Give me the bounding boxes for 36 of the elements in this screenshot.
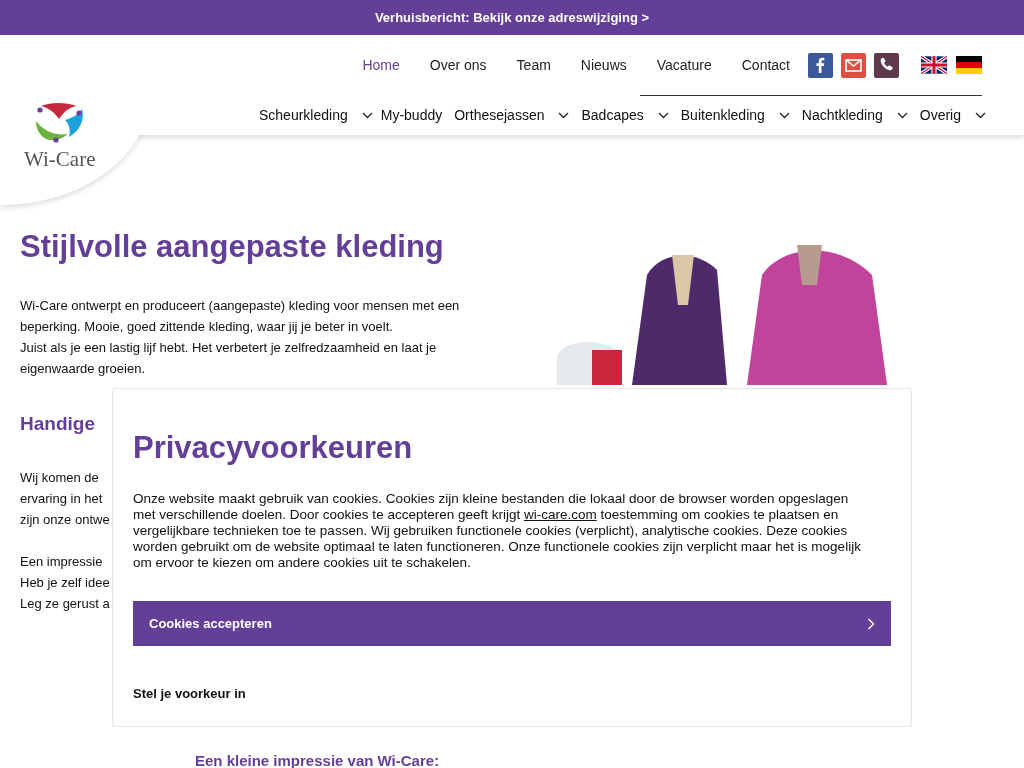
facebook-icon[interactable]: [808, 52, 833, 78]
menu-item[interactable]: Orthesejassen: [454, 107, 570, 123]
phone-icon[interactable]: [874, 52, 899, 78]
body-text: Een impressie: [20, 553, 103, 571]
website-link[interactable]: wi-care.com: [523, 507, 597, 522]
body-text: zijn onze ontwe: [20, 511, 110, 529]
logo-text: Wi-Care: [24, 147, 96, 172]
nav-link[interactable]: Over ons: [429, 57, 487, 73]
uk-flag-icon[interactable]: [921, 56, 947, 74]
announcement-link[interactable]: Verhuisbericht: Bekijk onze adreswijziging >: [374, 10, 650, 25]
menu-item[interactable]: Overig: [919, 107, 986, 123]
chevron-right-icon: [867, 617, 875, 630]
dialog-title: Privacyvoorkeuren: [133, 429, 414, 467]
body-text: Heb je zelf idee: [20, 574, 110, 592]
page-title: Stijlvolle aangepaste kleding: [20, 229, 445, 265]
menu-item[interactable]: Badcapes: [581, 107, 669, 123]
nav-link[interactable]: Nieuws: [580, 57, 627, 73]
mail-icon[interactable]: [841, 52, 866, 78]
preferences-link[interactable]: Stel je voorkeur in: [133, 671, 891, 716]
menu-item[interactable]: Scheurkleding: [259, 107, 373, 123]
intro-text: Juist als je een lastig lijf hebt. Het verbetert je zelfredzaamheid en laat je eigenwaarde groeien.: [20, 339, 438, 378]
accept-cookies-button[interactable]: Cookies accepteren: [133, 601, 891, 646]
nav-link[interactable]: Contact: [741, 57, 790, 73]
nav-link[interactable]: Home: [362, 57, 400, 73]
menu-item[interactable]: Buitenkleding: [680, 107, 790, 123]
cookie-notice-text: Onze website maakt gebruik van cookies. Cookies zijn kleine bestanden die lokaal door de browser worden opgeslagen met verschillende doelen. Door cookies te accepteren geeft krijgt wi-care.com toestemming om cookies te plaatsen en vergelijkbare technieken toe te passen. Wij gebruiken functionele cookies (verplicht), analytische cookies. Deze cookies worden gebruikt om de website optimaal te laten functioneren. Onze functionele cookies zijn verplicht maar het is mogelijk om ervoor te kiezen om andere cookies uit te schakelen.: [133, 491, 861, 571]
intro-text: Wi-Care ontwerpt en produceert (aangepaste) kleding voor mensen met een beperking. Mooie, goed zittende kleding, waar jij je beter in voelt.: [20, 297, 461, 336]
section-heading: Handige: [20, 413, 96, 435]
nav-link[interactable]: Team: [516, 57, 551, 73]
german-flag-icon[interactable]: [956, 56, 982, 74]
nav-link[interactable]: Vacature: [656, 57, 712, 73]
menu-item[interactable]: Nachtkleding: [801, 107, 908, 123]
menu-item[interactable]: My-buddy: [380, 107, 443, 123]
body-text: ervaring in het: [20, 490, 103, 508]
body-text: Wij komen de: [20, 469, 99, 487]
body-text: Leg ze gerust a: [20, 595, 110, 613]
